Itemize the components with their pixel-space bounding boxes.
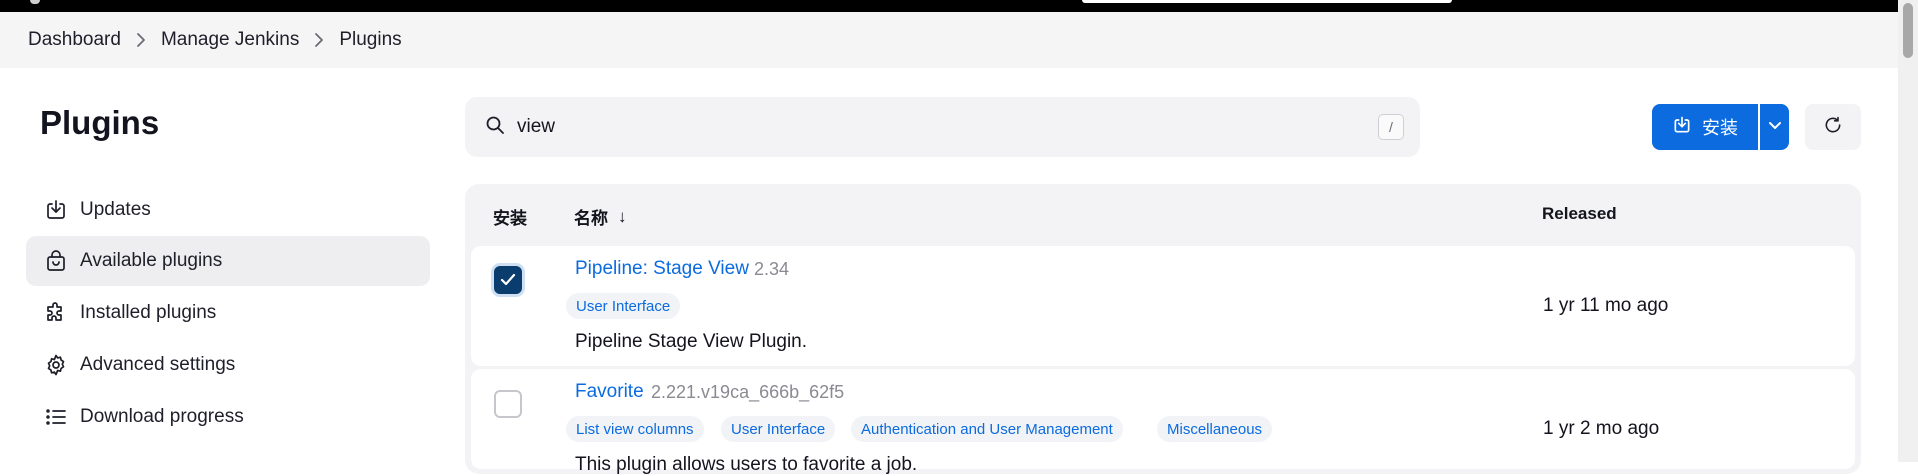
sidebar-item-download-progress[interactable]: Download progress bbox=[26, 392, 430, 442]
sidebar-item-installed-plugins[interactable]: Installed plugins bbox=[26, 288, 430, 338]
column-header-name-label: 名称 bbox=[574, 209, 608, 228]
sidebar-item-updates[interactable]: Updates bbox=[26, 185, 430, 235]
plugin-category-tag[interactable]: User Interface bbox=[566, 293, 681, 319]
sidebar-item-advanced-settings[interactable]: Advanced settings bbox=[26, 340, 430, 390]
plugin-category-tag[interactable]: User Interface bbox=[721, 416, 836, 442]
chevron-down-icon bbox=[1768, 118, 1782, 136]
plugin-version: 2.34 bbox=[754, 259, 790, 279]
plugin-description: This plugin allows users to favorite a j… bbox=[575, 454, 918, 475]
gear-icon bbox=[42, 351, 70, 379]
scrollbar-thumb[interactable] bbox=[1903, 3, 1913, 58]
search-input[interactable] bbox=[517, 116, 1337, 138]
plugin-released-date: 1 yr 2 mo ago bbox=[1543, 418, 1660, 439]
plugin-description: Pipeline Stage View Plugin. bbox=[575, 331, 808, 352]
plugin-category-tag[interactable]: List view columns bbox=[566, 416, 704, 442]
download-icon bbox=[42, 196, 70, 224]
sidebar-item-label: Download progress bbox=[80, 406, 244, 427]
breadcrumb-plugins[interactable]: Plugins bbox=[339, 29, 401, 51]
refresh-icon bbox=[1823, 115, 1843, 140]
install-button-label: 安装 bbox=[1702, 118, 1738, 138]
chevron-right-icon bbox=[303, 28, 335, 52]
global-search-field[interactable] bbox=[1082, 0, 1452, 3]
column-header-install: 安装 bbox=[493, 209, 527, 228]
breadcrumb-dashboard[interactable]: Dashboard bbox=[28, 29, 121, 51]
sidebar-item-label: Available plugins bbox=[80, 250, 223, 271]
chevron-right-icon bbox=[125, 28, 157, 52]
page-title: Plugins bbox=[40, 104, 160, 141]
plugin-name-link[interactable]: Pipeline: Stage View bbox=[575, 258, 749, 280]
page-scrollbar[interactable] bbox=[1898, 0, 1918, 462]
breadcrumb: Dashboard Manage Jenkins Plugins bbox=[0, 12, 1898, 68]
refresh-button[interactable] bbox=[1805, 104, 1861, 150]
column-header-released[interactable]: Released bbox=[1542, 204, 1617, 224]
plugin-install-checkbox[interactable] bbox=[494, 266, 522, 294]
top-header-bar bbox=[0, 0, 1898, 12]
plugin-category-tag[interactable]: Authentication and User Management bbox=[851, 416, 1123, 442]
breadcrumb-manage-jenkins[interactable]: Manage Jenkins bbox=[161, 29, 299, 51]
sidebar-item-label: Installed plugins bbox=[80, 302, 217, 323]
sidebar-item-label: Updates bbox=[80, 199, 151, 220]
list-icon bbox=[42, 403, 70, 431]
plugin-version: 2.221.v19ca_666b_62f5 bbox=[651, 382, 845, 402]
plugin-name-link[interactable]: Favorite bbox=[575, 381, 644, 403]
shopping-bag-icon bbox=[42, 247, 70, 275]
keyboard-shortcut-hint: / bbox=[1378, 114, 1404, 140]
column-header-name[interactable]: 名称 ↓ bbox=[574, 204, 627, 229]
plugin-search-field[interactable]: / bbox=[465, 97, 1420, 157]
checkmark-icon bbox=[500, 273, 516, 286]
sort-arrow-icon: ↓ bbox=[618, 206, 627, 226]
plugin-category-tag[interactable]: Miscellaneous bbox=[1157, 416, 1273, 442]
install-button[interactable]: 安装 bbox=[1652, 104, 1758, 150]
search-icon bbox=[485, 115, 505, 140]
puzzle-icon bbox=[42, 299, 70, 327]
install-dropdown-button[interactable] bbox=[1760, 104, 1789, 150]
sidebar-item-label: Advanced settings bbox=[80, 354, 236, 375]
sidebar-item-available-plugins[interactable]: Available plugins bbox=[26, 236, 430, 286]
install-download-icon bbox=[1672, 115, 1692, 140]
plugin-released-date: 1 yr 11 mo ago bbox=[1543, 295, 1669, 316]
plugin-install-checkbox[interactable] bbox=[494, 390, 522, 418]
